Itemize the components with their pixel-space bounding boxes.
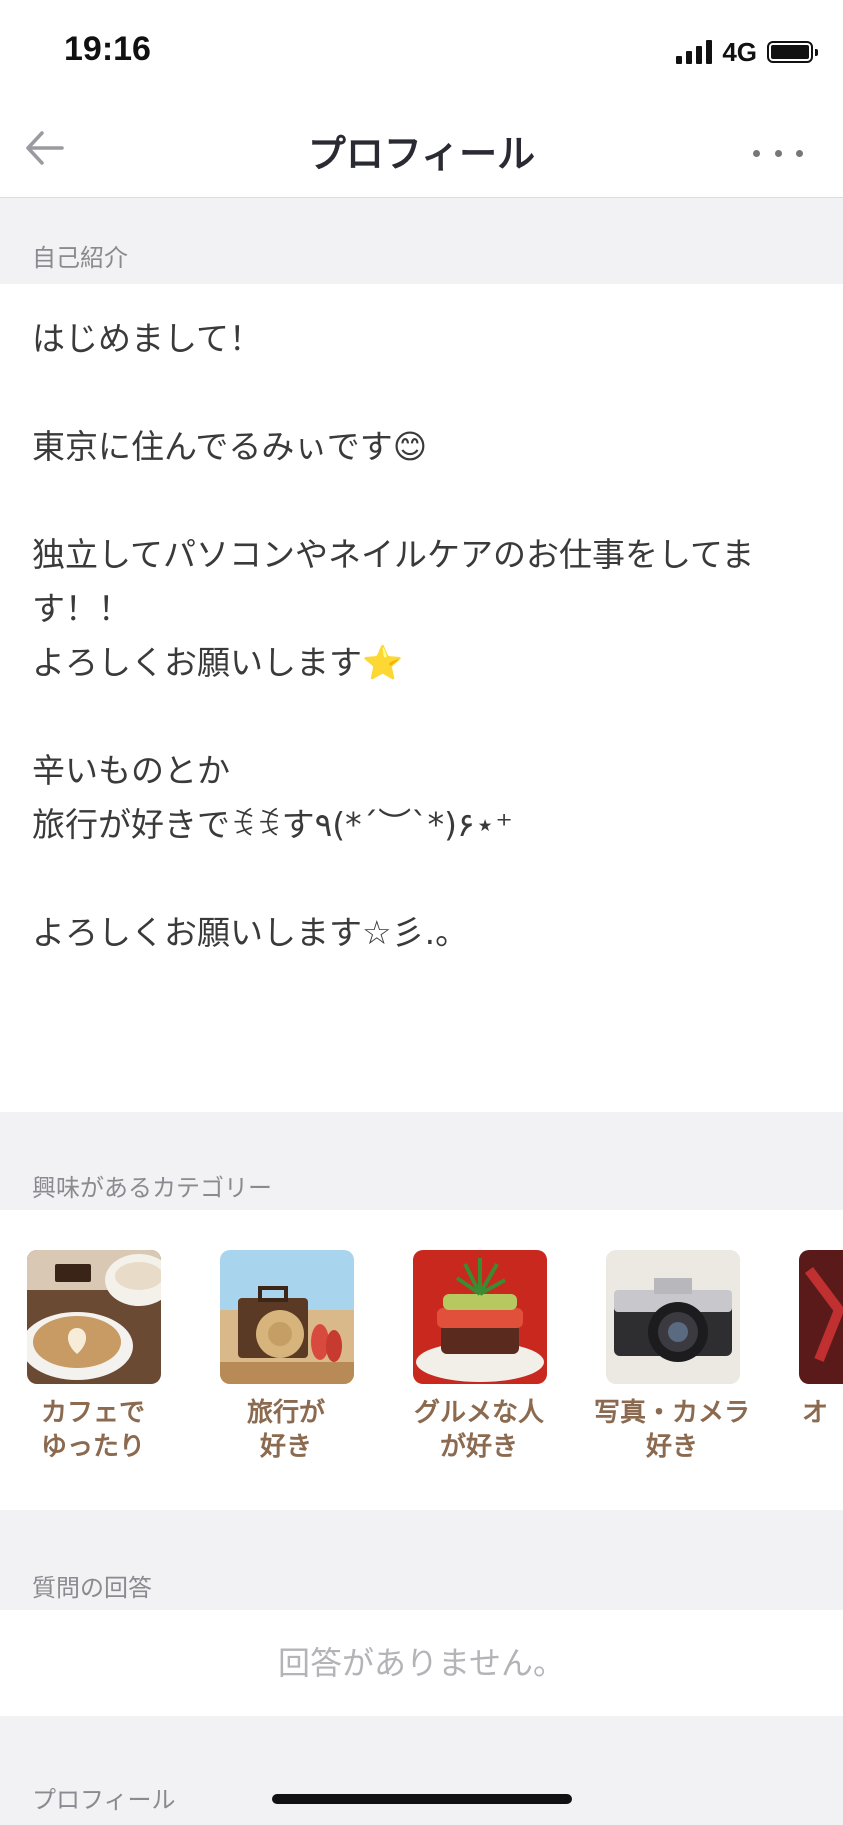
intro-section: はじめまして！ 東京に住んでるみぃです😊 独立してパソコンやネイルケアのお仕事を… — [0, 284, 843, 1112]
no-answers-message: 回答がありません。 — [277, 1644, 566, 1682]
more-horizontal-icon[interactable] — [753, 133, 803, 173]
battery-level — [771, 45, 809, 59]
category-label: カフェで ゆったり — [40, 1398, 145, 1462]
category-label: グルメな人 が好き — [413, 1398, 544, 1462]
categories-section-header: 興味があるカテゴリー — [0, 1112, 843, 1210]
categories-header-label: 興味があるカテゴリー — [32, 1174, 272, 1202]
nav-bar: プロフィール — [0, 105, 843, 198]
profile-section-header: プロフィール — [0, 1716, 843, 1825]
beach-travel-photo — [220, 1250, 354, 1384]
signal-icon — [676, 40, 713, 64]
answers-section: 回答がありません。 — [0, 1610, 843, 1716]
intro-header-label: 自己紹介 — [32, 244, 128, 272]
categories-section: カフェで ゆったり 旅行が 好き グルメな人 が好き 写真・カメラ 好き オ — [0, 1210, 843, 1510]
intro-section-header: 自己紹介 — [0, 198, 843, 284]
profile-header-label: プロフィール — [32, 1786, 176, 1814]
battery-icon — [767, 41, 818, 63]
partial-photo — [799, 1250, 843, 1384]
answers-header-label: 質問の回答 — [32, 1574, 152, 1602]
cafe-latte-photo — [27, 1250, 161, 1384]
answers-section-header: 質問の回答 — [0, 1510, 843, 1610]
camera-photo — [606, 1250, 740, 1384]
status-indicators: 4G — [676, 36, 818, 68]
category-carousel[interactable]: カフェで ゆったり 旅行が 好き グルメな人 が好き 写真・カメラ 好き オ — [0, 1210, 843, 1510]
intro-text: はじめまして！ 東京に住んでるみぃです😊 独立してパソコンやネイルケアのお仕事を… — [32, 319, 755, 952]
category-label: 写真・カメラ 好き — [593, 1398, 750, 1462]
status-bar: 19:16 4G — [0, 0, 843, 105]
network-label: 4G — [722, 36, 757, 67]
home-indicator[interactable] — [272, 1794, 572, 1804]
gourmet-dish-photo — [413, 1250, 547, 1384]
category-label: オ — [802, 1398, 829, 1428]
category-label: 旅行が 好き — [246, 1398, 325, 1462]
status-time: 19:16 — [64, 30, 151, 68]
page-title: プロフィール — [307, 132, 536, 176]
